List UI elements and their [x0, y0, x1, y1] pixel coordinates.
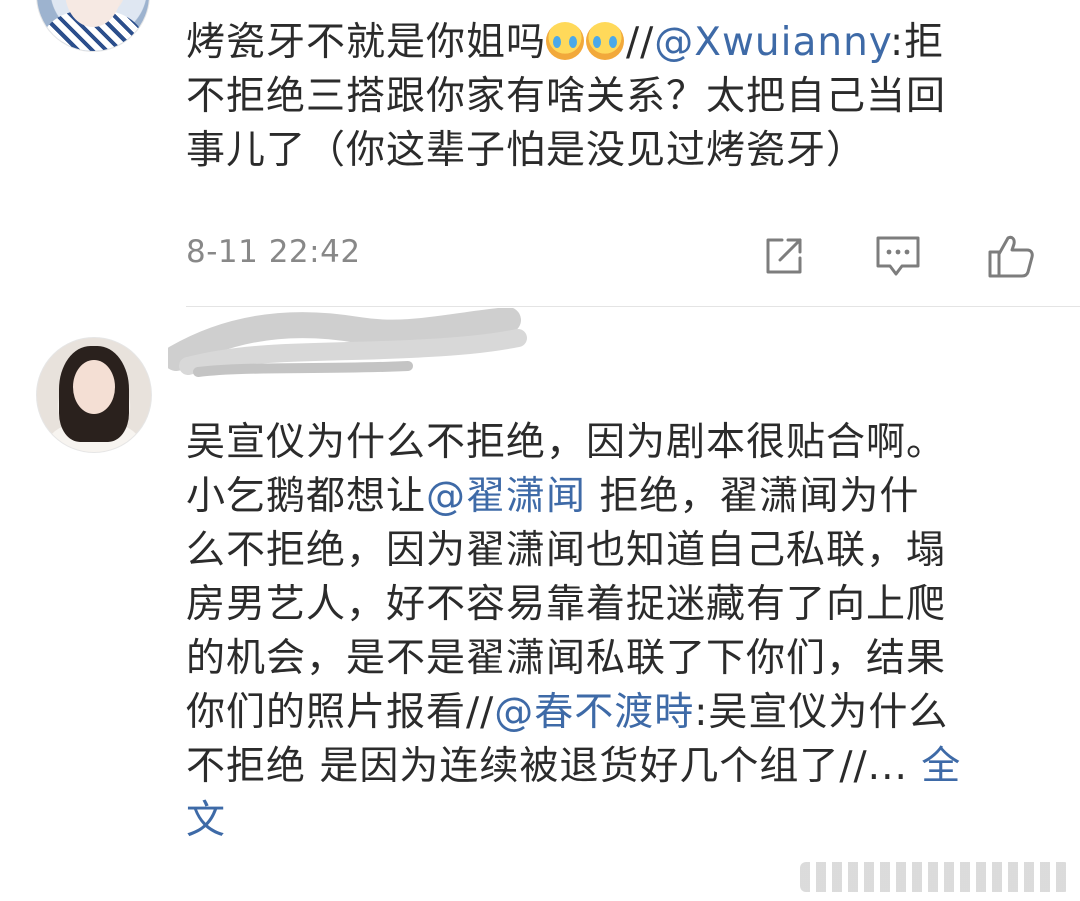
comment-text-segment: 你们的照片报看//	[186, 690, 495, 735]
avatar[interactable]	[36, 337, 152, 453]
full-text-link[interactable]: 文	[186, 798, 226, 843]
comment-text-segment: 不拒绝三搭跟你家有啥关系？太把自己当回	[186, 74, 947, 119]
comment-text-segment: 小乞鹅都想让	[186, 474, 427, 519]
crying-emoji-icon	[546, 22, 585, 60]
redacted-username	[168, 308, 527, 377]
like-icon[interactable]	[986, 230, 1034, 278]
comment-text-segment: 不拒绝 是因为连续被退货好几个组了//...	[186, 744, 922, 789]
comment-text: 吴宣仪为什么不拒绝，因为剧本很贴合啊。 小乞鹅都想让@翟潇闻 拒绝，翟潇闻为什 …	[186, 416, 1046, 848]
comment-text-segment: 么不拒绝，因为翟潇闻也知道自己私联，塌	[186, 528, 947, 573]
comment-text-segment: 拒绝，翟潇闻为什	[586, 474, 920, 519]
comment-text-segment: 烤瓷牙不就是你姐吗	[186, 20, 547, 65]
mention-link[interactable]: @春不渡時	[494, 690, 694, 735]
comment-text-segment: :吴宣仪为什么	[694, 690, 949, 735]
comment-text-segment: 吴宣仪为什么不拒绝，因为剧本很贴合啊。	[186, 420, 947, 465]
comment-divider	[186, 306, 1080, 307]
separator: //	[626, 20, 655, 65]
share-icon[interactable]	[760, 232, 808, 280]
comment-text-segment: 的机会，是不是翟潇闻私联了下你们，结果	[186, 636, 947, 681]
comment-icon[interactable]	[872, 232, 920, 280]
comment-text: 烤瓷牙不就是你姐吗 //@Xwuianny:拒 不拒绝三搭跟你家有啥关系？太把自己…	[186, 16, 1046, 178]
avatar[interactable]	[36, 0, 150, 52]
mention-link[interactable]: @翟潇闻	[426, 474, 586, 519]
comment-text-segment: 事儿了（你这辈子怕是没见过烤瓷牙）	[186, 128, 867, 173]
watermark	[800, 862, 1070, 892]
timestamp: 8-11 22:42	[186, 234, 361, 270]
full-text-link[interactable]: 全	[921, 744, 961, 789]
mention-link[interactable]: @Xwuianny	[654, 20, 890, 65]
crying-emoji-icon	[586, 22, 625, 60]
comment-text-segment: 房男艺人，好不容易靠着捉迷藏有了向上爬	[186, 582, 947, 627]
comment-text-segment: :拒	[890, 20, 945, 65]
